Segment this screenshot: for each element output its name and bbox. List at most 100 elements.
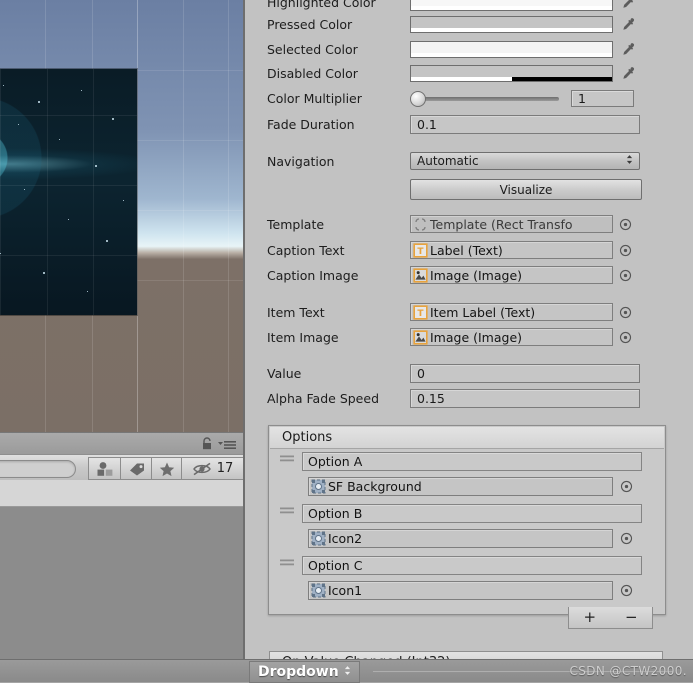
inspector-panel: Highlighted Color Pressed Color Selected… bbox=[245, 0, 693, 681]
svg-text:T: T bbox=[417, 309, 424, 319]
option-text-input[interactable]: Option A bbox=[302, 452, 642, 471]
object-selector-icon[interactable] bbox=[617, 216, 633, 232]
item-text-value: Item Label (Text) bbox=[430, 304, 536, 320]
caption-text-object-field[interactable]: T Label (Text) bbox=[410, 241, 613, 259]
navigation-value: Automatic bbox=[417, 154, 479, 168]
chevron-updown-icon bbox=[626, 154, 633, 168]
recttransform-icon bbox=[413, 217, 428, 232]
reorder-grip-icon[interactable] bbox=[280, 556, 294, 566]
item-text-row: Item Text T Item Label (Text) bbox=[245, 303, 693, 321]
option-sprite-value: Icon2 bbox=[328, 531, 363, 546]
object-selector-icon[interactable] bbox=[617, 267, 633, 283]
caption-image-value: Image (Image) bbox=[430, 267, 523, 283]
object-selector-icon[interactable] bbox=[617, 304, 633, 320]
object-selector-icon[interactable] bbox=[620, 480, 634, 494]
color-multiplier-value[interactable]: 1 bbox=[571, 90, 634, 107]
object-selector-icon[interactable] bbox=[620, 584, 634, 598]
option-text-input[interactable]: Option C bbox=[302, 556, 642, 575]
text-icon: T bbox=[413, 304, 428, 320]
option-sprite-field[interactable]: Icon1 bbox=[308, 581, 633, 600]
hierarchy-header bbox=[0, 432, 243, 455]
item-image-value: Image (Image) bbox=[430, 329, 523, 345]
disabled-color-row: Disabled Color bbox=[245, 65, 693, 82]
template-row: Template Template (Rect Transfo bbox=[245, 215, 693, 233]
alpha-fade-speed-row: Alpha Fade Speed 0.15 bbox=[245, 389, 693, 408]
option-text-input[interactable]: Option B bbox=[302, 504, 642, 523]
add-option-button[interactable]: + bbox=[583, 610, 596, 625]
fade-duration-input[interactable]: 0.1 bbox=[410, 115, 640, 134]
selected-color-swatch[interactable] bbox=[410, 41, 613, 58]
left-panel: 17 bbox=[0, 0, 245, 681]
visibility-filter-button[interactable]: 17 bbox=[181, 457, 244, 480]
row-label: Template bbox=[267, 216, 325, 232]
visualize-row: Visualize bbox=[245, 179, 693, 200]
hidden-object-count: 17 bbox=[216, 461, 234, 476]
project-panel[interactable] bbox=[0, 507, 243, 681]
remove-option-button[interactable]: − bbox=[625, 610, 638, 625]
reorder-grip-icon[interactable] bbox=[280, 504, 294, 514]
visualize-button[interactable]: Visualize bbox=[410, 179, 642, 200]
option-sprite-value: SF Background bbox=[328, 479, 422, 494]
eye-off-icon bbox=[192, 462, 211, 475]
color-multiplier-row: Color Multiplier 1 bbox=[245, 90, 693, 107]
eyedropper-icon[interactable] bbox=[618, 0, 636, 10]
scene-view[interactable] bbox=[0, 0, 243, 432]
row-label: Caption Text bbox=[267, 242, 345, 258]
item-image-row: Item Image Image (Image) bbox=[245, 328, 693, 346]
favorite-filter-button[interactable] bbox=[151, 457, 183, 480]
row-label: Navigation bbox=[267, 153, 335, 169]
options-list-footer: + − bbox=[568, 607, 653, 629]
row-label: Selected Color bbox=[267, 42, 358, 57]
search-input[interactable] bbox=[0, 460, 76, 478]
row-label: Color Multiplier bbox=[267, 91, 362, 106]
eyedropper-icon[interactable] bbox=[618, 66, 636, 81]
object-selector-icon[interactable] bbox=[617, 242, 633, 258]
sprite-icon bbox=[311, 479, 326, 494]
item-text-object-field[interactable]: T Item Label (Text) bbox=[410, 303, 613, 321]
option-sprite-value: Icon1 bbox=[328, 583, 363, 598]
option-sprite-field[interactable]: SF Background bbox=[308, 477, 633, 496]
navigation-dropdown[interactable]: Automatic bbox=[410, 152, 640, 170]
caption-text-value: Label (Text) bbox=[430, 242, 503, 258]
row-label: Highlighted Color bbox=[267, 0, 376, 10]
highlighted-color-row: Highlighted Color bbox=[245, 0, 693, 11]
template-object-field[interactable]: Template (Rect Transfo bbox=[410, 215, 613, 233]
shapes-filter-button[interactable] bbox=[88, 457, 122, 480]
row-label: Fade Duration bbox=[267, 117, 355, 132]
caption-image-object-field[interactable]: Image (Image) bbox=[410, 266, 613, 284]
space-texture-panel bbox=[0, 69, 137, 315]
row-label: Value bbox=[267, 366, 302, 381]
highlighted-color-swatch[interactable] bbox=[410, 0, 613, 11]
color-multiplier-slider[interactable] bbox=[410, 90, 565, 107]
object-selector-icon[interactable] bbox=[617, 329, 633, 345]
row-label: Alpha Fade Speed bbox=[267, 391, 379, 406]
panel-menu-icon[interactable] bbox=[218, 439, 236, 449]
slider-handle[interactable] bbox=[410, 90, 426, 107]
row-label: Disabled Color bbox=[267, 66, 358, 81]
object-selector-icon[interactable] bbox=[620, 532, 634, 546]
pressed-color-swatch[interactable] bbox=[410, 16, 613, 33]
reorder-grip-icon[interactable] bbox=[280, 452, 294, 462]
option-sprite-field[interactable]: Icon2 bbox=[308, 529, 633, 548]
tab-dropdown[interactable]: Dropdown bbox=[249, 661, 360, 683]
disabled-color-swatch[interactable] bbox=[410, 65, 613, 82]
text-icon: T bbox=[413, 242, 428, 258]
watermark-text: CSDN @CTW2000. bbox=[569, 664, 687, 678]
eyedropper-icon[interactable] bbox=[618, 17, 636, 32]
options-list-header: Options bbox=[270, 427, 664, 449]
item-image-object-field[interactable]: Image (Image) bbox=[410, 328, 613, 346]
options-list: Options Option A SF Background Option B … bbox=[268, 425, 666, 615]
alpha-fade-speed-input[interactable]: 0.15 bbox=[410, 389, 640, 408]
value-input[interactable]: 0 bbox=[410, 364, 640, 383]
svg-text:T: T bbox=[417, 247, 424, 257]
image-icon bbox=[413, 267, 428, 283]
eyedropper-icon[interactable] bbox=[618, 42, 636, 57]
viewport-seam bbox=[137, 0, 138, 432]
sprite-icon bbox=[311, 531, 326, 546]
value-row: Value 0 bbox=[245, 364, 693, 383]
hierarchy-toolbar: 17 bbox=[0, 454, 244, 482]
tag-filter-button[interactable] bbox=[120, 457, 153, 480]
image-icon bbox=[413, 329, 428, 345]
lock-icon[interactable] bbox=[201, 437, 213, 450]
row-label: Item Text bbox=[267, 304, 325, 320]
